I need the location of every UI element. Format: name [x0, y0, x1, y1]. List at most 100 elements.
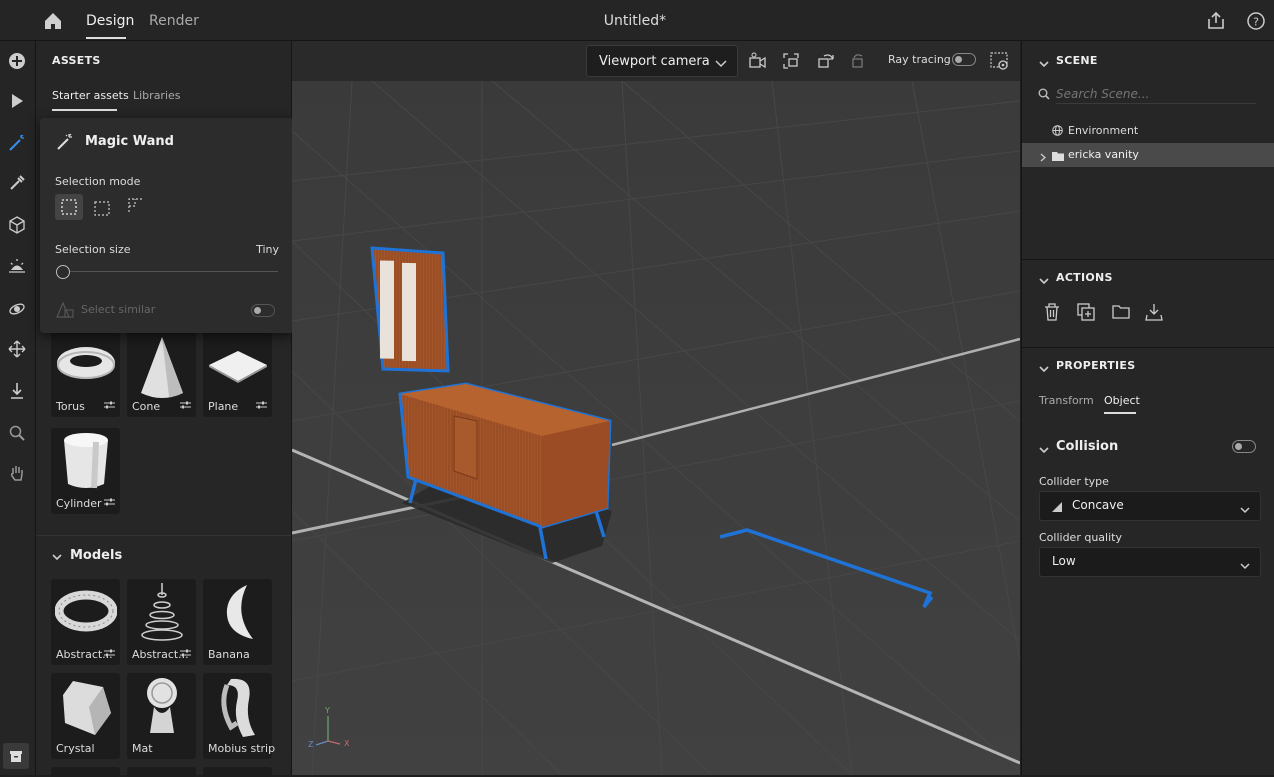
home-icon[interactable] [42, 10, 64, 32]
camera-dropdown[interactable]: Viewport camera [586, 45, 738, 77]
settings-sliders-icon[interactable] [256, 398, 267, 412]
asset-tile-abstract-2[interactable]: Abstract... [127, 579, 196, 665]
top-bar: Design Render Untitled* ? [0, 0, 1274, 41]
pan-hand-icon[interactable] [5, 461, 29, 485]
chevron-down-icon[interactable] [1039, 274, 1049, 288]
asset-label: Mat [132, 742, 153, 755]
right-panel: SCENE Environment ericka vanity ACTIONS … [1021, 41, 1274, 775]
tab-object[interactable]: Object [1104, 394, 1140, 407]
group-folder-icon[interactable] [1112, 305, 1130, 322]
settings-sliders-icon[interactable] [104, 495, 115, 509]
scene-item-ericka-vanity: ericka vanity [1068, 148, 1139, 161]
selection-size-slider-handle[interactable] [56, 265, 70, 279]
chevron-down-icon[interactable] [52, 550, 62, 564]
scene-item-selected-row[interactable]: ericka vanity [1022, 143, 1274, 167]
tool-bar [0, 41, 36, 775]
svg-text:Y: Y [324, 706, 330, 715]
select-similar-icon [55, 301, 75, 322]
asset-tile-crystal[interactable]: Crystal [51, 673, 120, 759]
asset-tile-torus[interactable]: Torus [51, 331, 120, 417]
settings-sliders-icon[interactable] [180, 398, 191, 412]
settings-sliders-icon[interactable] [104, 646, 115, 660]
selection-size-label: Selection size [55, 243, 131, 256]
add-icon[interactable] [5, 49, 29, 73]
chevron-down-icon[interactable] [1039, 362, 1049, 376]
tab-libraries[interactable]: Libraries [133, 89, 181, 102]
document-title: Untitled* [603, 13, 667, 29]
viewport-3d[interactable]: Y X Z [292, 41, 1020, 775]
asset-tile-cylinder[interactable]: Cylinder [51, 428, 120, 514]
tab-transform[interactable]: Transform [1039, 394, 1094, 407]
mode-rectangle-button[interactable] [55, 194, 83, 220]
chevron-down-icon [715, 57, 727, 71]
chevron-down-icon[interactable] [1039, 57, 1049, 71]
chevron-right-icon[interactable] [1040, 151, 1046, 165]
ray-tracing-toggle[interactable] [952, 53, 976, 66]
mode-lasso-button[interactable] [128, 198, 144, 217]
collision-toggle[interactable] [1232, 440, 1256, 453]
models-heading[interactable]: Models [70, 548, 122, 563]
delete-icon[interactable] [1044, 303, 1060, 324]
settings-sliders-icon[interactable] [180, 646, 191, 660]
archive-icon[interactable] [3, 743, 29, 769]
asset-tile-plane[interactable]: Plane [203, 331, 272, 417]
frame-selection-icon[interactable] [782, 52, 802, 73]
asset-label: Cone [132, 400, 161, 413]
asset-tile-partial[interactable] [127, 767, 196, 777]
help-icon[interactable]: ? [1246, 11, 1266, 34]
collider-quality-value: Low [1052, 554, 1076, 568]
asset-tile-mobius-strip[interactable]: Mobius strip [203, 673, 275, 759]
asset-tile-mat[interactable]: Mat [127, 673, 196, 759]
settings-sliders-icon[interactable] [104, 398, 115, 412]
folder-icon [1052, 150, 1064, 164]
collider-quality-dropdown[interactable]: Low [1039, 547, 1261, 577]
svg-text:?: ? [1253, 16, 1259, 29]
share-icon[interactable] [1206, 11, 1226, 34]
camera-dropdown-value: Viewport camera [599, 54, 710, 69]
orbit-camera-icon[interactable] [816, 52, 836, 73]
collider-type-label: Collider type [1039, 475, 1109, 488]
chevron-down-icon[interactable] [1039, 443, 1049, 457]
svg-text:X: X [344, 739, 350, 748]
popover-title: Magic Wand [85, 134, 174, 149]
tab-starter-assets[interactable]: Starter assets [52, 89, 129, 102]
camera-settings-icon[interactable] [748, 52, 768, 73]
collider-type-dropdown[interactable]: Concave [1039, 491, 1261, 521]
select-similar-toggle[interactable] [251, 304, 275, 317]
asset-label: Banana [208, 648, 250, 661]
asset-label: Torus [56, 400, 85, 413]
scene-item-environment[interactable]: Environment [1068, 124, 1138, 137]
drop-to-ground-icon[interactable] [5, 379, 29, 403]
tab-design[interactable]: Design [86, 13, 134, 29]
selection-size-slider-track[interactable] [64, 271, 278, 272]
actions-heading: ACTIONS [1056, 271, 1113, 284]
mode-add-button[interactable] [94, 199, 112, 220]
zoom-icon[interactable] [5, 421, 29, 445]
concave-icon [1052, 501, 1062, 515]
asset-tile-abstract-1[interactable]: Abstract... [51, 579, 120, 665]
magic-wand-icon[interactable] [5, 131, 29, 155]
render-settings-icon[interactable] [989, 51, 1009, 74]
globe-icon [1052, 125, 1063, 139]
asset-tile-banana[interactable]: Banana [203, 579, 272, 665]
duplicate-icon[interactable] [1077, 303, 1095, 324]
active-tab-indicator [1104, 412, 1136, 414]
tab-render[interactable]: Render [149, 13, 199, 29]
active-tab-indicator [86, 37, 126, 39]
selection-size-value: Tiny [256, 243, 279, 256]
eyedropper-icon[interactable] [5, 171, 29, 195]
select-arrow-icon[interactable] [5, 89, 29, 113]
redo-camera-icon[interactable] [850, 52, 870, 73]
cube-icon[interactable] [5, 213, 29, 237]
asset-tile-partial[interactable] [51, 767, 120, 777]
divider [1022, 347, 1274, 348]
asset-tile-cone[interactable]: Cone [127, 331, 196, 417]
light-icon[interactable] [5, 255, 29, 279]
orbit-icon[interactable] [5, 297, 29, 321]
drop-to-ground-icon[interactable] [1145, 303, 1163, 324]
asset-tile-partial[interactable] [203, 767, 272, 777]
scene-search-input[interactable] [1056, 85, 1256, 104]
chevron-down-icon [1240, 559, 1250, 573]
assets-heading: ASSETS [52, 54, 101, 67]
move-icon[interactable] [5, 337, 29, 361]
